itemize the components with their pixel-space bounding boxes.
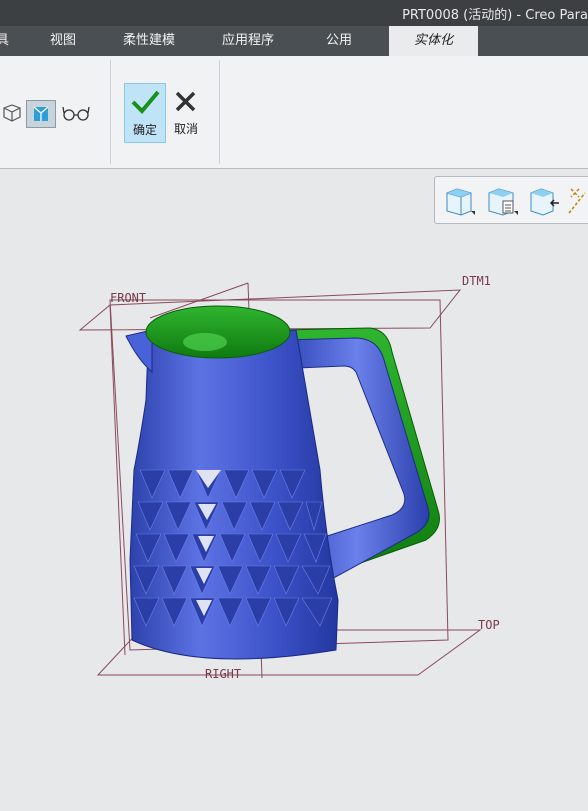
cancel-button[interactable]: 取消 [168, 83, 204, 141]
view-toggle-icon[interactable] [26, 100, 56, 128]
ribbon-separator [110, 60, 111, 164]
datum-label-dtm1: DTM1 [462, 274, 491, 288]
datum-label-top: TOP [478, 618, 500, 632]
model-view: FRONT DTM1 TOP RIGHT [78, 274, 500, 681]
lid-preview [145, 305, 291, 359]
tab-common[interactable]: 公用 [326, 26, 352, 56]
ok-button[interactable]: 确定 [124, 83, 166, 143]
title-bar: PRT0008 (活动的) - Creo Para [0, 0, 588, 26]
tab-view[interactable]: 视图 [50, 26, 76, 56]
cube-arrow-icon[interactable] [525, 183, 561, 217]
cube-icon[interactable] [441, 183, 477, 217]
ribbon: 确定 取消 [0, 56, 588, 169]
datum-label-front: FRONT [110, 291, 146, 305]
glasses-icon[interactable] [62, 104, 90, 122]
ribbon-tabs: 具 视图 柔性建模 应用程序 公用 实体化 [0, 26, 588, 56]
tab-applications[interactable]: 应用程序 [222, 26, 274, 56]
tab-solidify[interactable]: 实体化 [389, 26, 478, 56]
cancel-label: 取消 [173, 122, 198, 136]
mesh-icon[interactable] [2, 102, 22, 124]
tab-flexible-modeling[interactable]: 柔性建模 [123, 26, 175, 56]
window-title: PRT0008 (活动的) - Creo Para [402, 8, 588, 23]
cube-doc-icon[interactable] [483, 183, 519, 217]
view-toolbar [434, 176, 588, 224]
ok-label: 确定 [132, 123, 157, 137]
tab-tools[interactable]: 具 [0, 26, 9, 56]
ribbon-separator [219, 60, 220, 164]
check-icon [131, 90, 160, 114]
dashed-icon[interactable] [565, 183, 588, 217]
datum-label-right: RIGHT [205, 667, 241, 681]
x-icon [175, 91, 196, 112]
